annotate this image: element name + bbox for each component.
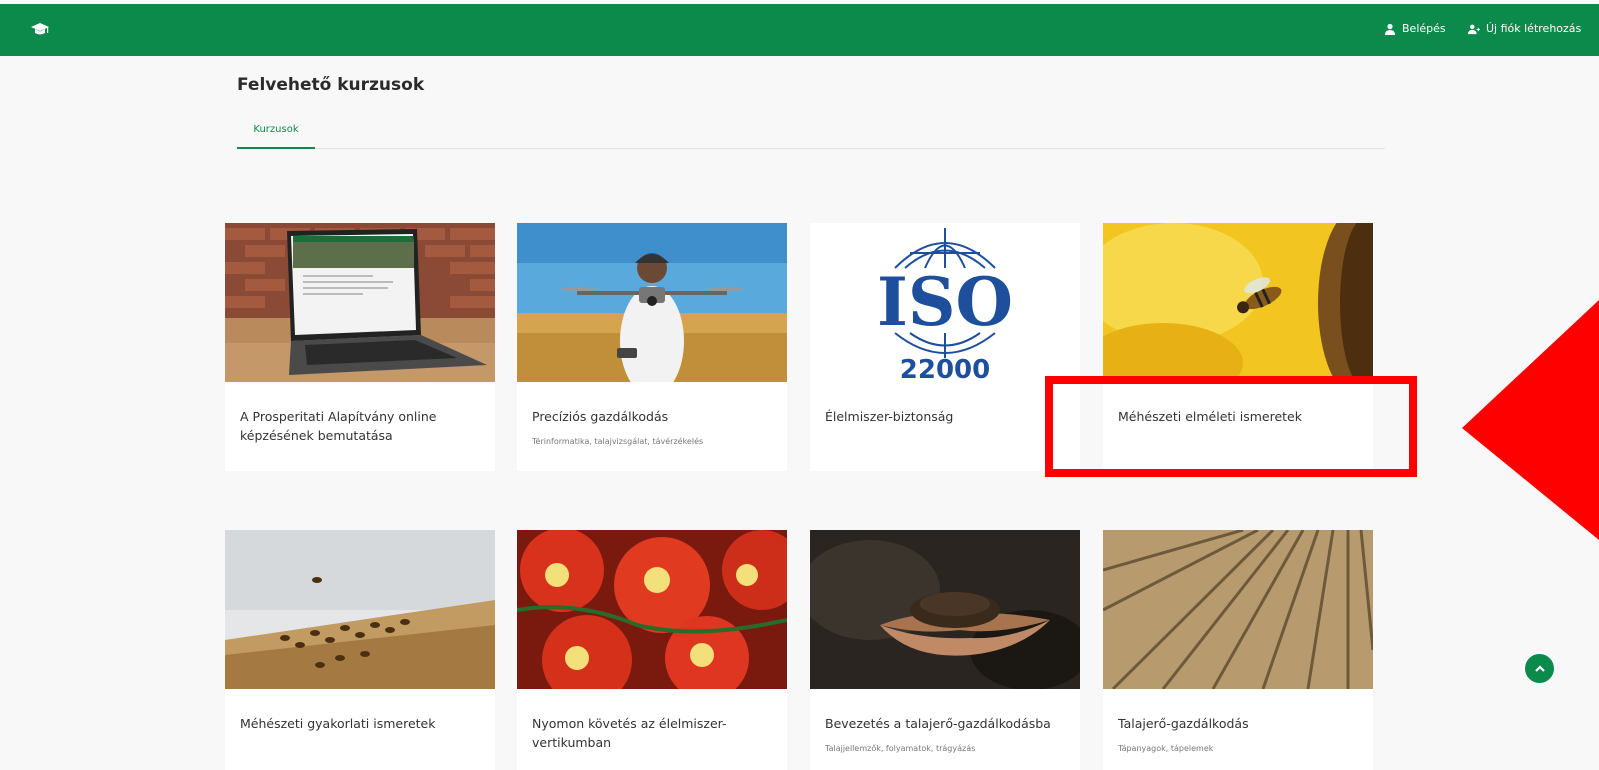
graduation-cap-icon[interactable] <box>30 22 50 38</box>
course-card[interactable]: Méhészeti gyakorlati ismeretek <box>225 530 495 770</box>
register-link[interactable]: Új fiók létrehozás <box>1468 22 1581 35</box>
course-title[interactable]: Bevezetés a talajerő-gazdálkodásba <box>825 714 1070 733</box>
page-title: Felvehető kurzusok <box>237 75 425 95</box>
plowed-field-image <box>1103 530 1373 689</box>
red-arrow-icon <box>1462 300 1599 540</box>
top-navbar: Belépés Új fiók létrehozás <box>0 4 1599 56</box>
course-title[interactable]: Élelmiszer-biztonság <box>825 407 1070 426</box>
beehive-image <box>225 530 495 689</box>
user-icon <box>1385 23 1395 35</box>
chevron-up-icon <box>1534 664 1545 672</box>
login-label: Belépés <box>1402 22 1446 35</box>
course-card[interactable]: A Prosperitati Alapítvány online képzésé… <box>225 223 495 471</box>
iso-text: ISO <box>877 263 1013 341</box>
login-link[interactable]: Belépés <box>1384 22 1446 35</box>
course-title[interactable]: Talajerő-gazdálkodás <box>1118 714 1363 733</box>
course-card[interactable]: Precíziós gazdálkodás Térinformatika, ta… <box>517 223 787 471</box>
scroll-to-top-button[interactable] <box>1523 652 1556 685</box>
course-card[interactable]: Bevezetés a talajerő-gazdálkodásba Talaj… <box>810 530 1080 770</box>
course-card[interactable]: Talajerő-gazdálkodás Tápanyagok, tápelem… <box>1103 530 1373 770</box>
tomatoes-image <box>517 530 787 689</box>
laptop-image <box>225 223 495 382</box>
course-title[interactable]: Méhészeti gyakorlati ismeretek <box>240 714 485 733</box>
iso-number: 22000 <box>900 355 990 382</box>
course-subtitle: Talajjellemzők, folyamatok, trágyázás <box>825 744 976 753</box>
register-label: Új fiók létrehozás <box>1486 22 1582 35</box>
bee-sunflower-image <box>1103 223 1373 382</box>
tab-kurzusok[interactable]: Kurzusok <box>237 112 315 149</box>
course-card[interactable]: Nyomon követés az élelmiszer-vertikumban <box>517 530 787 770</box>
iso-22000-logo: ISO 22000 <box>810 223 1080 382</box>
course-title[interactable]: Precíziós gazdálkodás <box>532 407 777 426</box>
course-title[interactable]: A Prosperitati Alapítvány online képzésé… <box>240 407 485 445</box>
course-subtitle: Tápanyagok, tápelemek <box>1118 744 1214 753</box>
drone-image <box>517 223 787 382</box>
course-subtitle: Térinformatika, talajvizsgálat, távérzék… <box>532 437 704 446</box>
tab-bar: Kurzusok <box>237 112 1385 149</box>
course-title[interactable]: Nyomon követés az élelmiszer-vertikumban <box>532 714 777 752</box>
highlight-box <box>1045 376 1417 477</box>
course-card[interactable]: ISO 22000 Élelmiszer-biztonság <box>810 223 1080 471</box>
user-plus-icon <box>1468 24 1480 34</box>
soil-hands-image <box>810 530 1080 689</box>
